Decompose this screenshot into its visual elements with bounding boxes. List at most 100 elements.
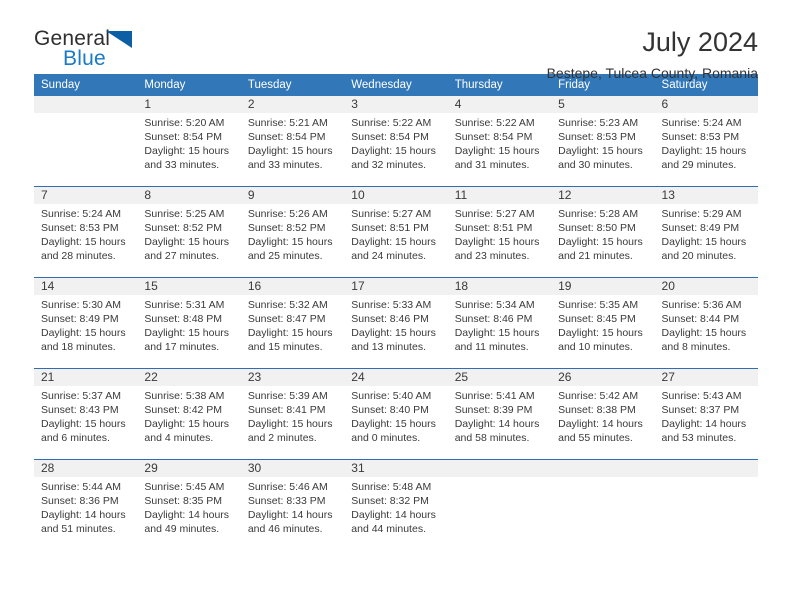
day-cell[interactable]: 12 Sunrise: 5:28 AM Sunset: 8:50 PM Dayligh… bbox=[551, 187, 655, 277]
day-cell[interactable]: 19 Sunrise: 5:35 AM Sunset: 8:45 PM Dayligh… bbox=[551, 278, 655, 368]
day-cell[interactable]: 25 Sunrise: 5:41 AM Sunset: 8:39 PM Dayligh… bbox=[447, 369, 552, 459]
day-cell-empty bbox=[34, 96, 138, 186]
day-details: Sunrise: 5:23 AM Sunset: 8:53 PM Daylight:… bbox=[551, 113, 654, 172]
calendar-cell: 18 Sunrise: 5:34 AM Sunset: 8:46 PM Dayligh… bbox=[447, 277, 552, 369]
sunrise-text: Sunrise: 5:44 AM bbox=[41, 481, 121, 493]
day-cell[interactable]: 4 Sunrise: 5:22 AM Sunset: 8:54 PM Daylight… bbox=[447, 96, 552, 186]
day-cell[interactable]: 7 Sunrise: 5:24 AM Sunset: 8:53 PM Daylight… bbox=[34, 187, 138, 277]
day-cell[interactable]: 5 Sunrise: 5:23 AM Sunset: 8:53 PM Daylight… bbox=[551, 96, 655, 186]
daylight-text-line1: Daylight: 15 hours bbox=[41, 418, 126, 431]
day-cell[interactable]: 17 Sunrise: 5:33 AM Sunset: 8:46 PM Dayligh… bbox=[344, 278, 448, 368]
logo-text-general: General bbox=[34, 27, 111, 50]
day-details: Sunrise: 5:48 AM Sunset: 8:32 PM Daylight:… bbox=[344, 477, 447, 536]
daylight-text-line1: Daylight: 14 hours bbox=[454, 418, 540, 431]
sunset-text: Sunset: 8:43 PM bbox=[41, 404, 119, 417]
day-cell[interactable]: 26 Sunrise: 5:42 AM Sunset: 8:38 PM Dayligh… bbox=[551, 369, 655, 459]
calendar-week-row: 7 Sunrise: 5:24 AM Sunset: 8:53 PM Daylight… bbox=[34, 186, 758, 278]
daylight-text-line1: Daylight: 15 hours bbox=[144, 327, 230, 340]
day-cell[interactable]: 16 Sunrise: 5:32 AM Sunset: 8:47 PM Dayligh… bbox=[240, 278, 345, 368]
daylight-text-line1: Daylight: 15 hours bbox=[558, 327, 643, 340]
day-cell[interactable]: 14 Sunrise: 5:30 AM Sunset: 8:49 PM Dayligh… bbox=[34, 278, 138, 368]
day-cell[interactable]: 28 Sunrise: 5:44 AM Sunset: 8:36 PM Dayligh… bbox=[34, 460, 138, 550]
daylight-text-line2: and 24 minutes. bbox=[351, 250, 426, 263]
day-number bbox=[551, 460, 655, 477]
day-cell[interactable]: 2 Sunrise: 5:21 AM Sunset: 8:54 PM Daylight… bbox=[240, 96, 345, 186]
weekday-header-thursday: Thursday bbox=[447, 74, 552, 96]
day-cell[interactable]: 18 Sunrise: 5:34 AM Sunset: 8:46 PM Dayligh… bbox=[447, 278, 552, 368]
calendar-cell bbox=[551, 459, 655, 550]
sunset-text: Sunset: 8:38 PM bbox=[558, 404, 636, 417]
sunrise-text: Sunrise: 5:41 AM bbox=[454, 390, 535, 402]
calendar-cell: 20 Sunrise: 5:36 AM Sunset: 8:44 PM Dayligh… bbox=[654, 277, 758, 369]
day-cell[interactable]: 27 Sunrise: 5:43 AM Sunset: 8:37 PM Dayligh… bbox=[654, 369, 758, 459]
sunset-text: Sunset: 8:48 PM bbox=[144, 313, 223, 326]
day-details: Sunrise: 5:44 AM Sunset: 8:36 PM Daylight:… bbox=[34, 477, 137, 536]
general-blue-logo[interactable]: General Blue bbox=[34, 28, 154, 74]
day-cell[interactable]: 11 Sunrise: 5:27 AM Sunset: 8:51 PM Dayligh… bbox=[447, 187, 552, 277]
sunrise-text: Sunrise: 5:20 AM bbox=[144, 117, 225, 129]
day-cell[interactable]: 9 Sunrise: 5:26 AM Sunset: 8:52 PM Daylight… bbox=[240, 187, 345, 277]
calendar-week-row: 21 Sunrise: 5:37 AM Sunset: 8:43 PM Dayligh… bbox=[34, 368, 758, 460]
day-number: 13 bbox=[654, 187, 758, 204]
daylight-text-line1: Daylight: 14 hours bbox=[41, 509, 126, 522]
day-cell[interactable]: 21 Sunrise: 5:37 AM Sunset: 8:43 PM Dayligh… bbox=[34, 369, 138, 459]
calendar-cell bbox=[34, 96, 138, 187]
daylight-text-line2: and 55 minutes. bbox=[558, 432, 633, 445]
day-number: 30 bbox=[240, 460, 345, 477]
daylight-text-line2: and 31 minutes. bbox=[454, 159, 530, 172]
day-details: Sunrise: 5:27 AM Sunset: 8:51 PM Daylight:… bbox=[448, 204, 551, 263]
calendar-cell: 9 Sunrise: 5:26 AM Sunset: 8:52 PM Daylight… bbox=[240, 186, 345, 278]
sunset-text: Sunset: 8:41 PM bbox=[247, 404, 326, 417]
day-cell[interactable]: 15 Sunrise: 5:31 AM Sunset: 8:48 PM Dayligh… bbox=[137, 278, 241, 368]
day-number bbox=[654, 460, 758, 477]
daylight-text-line2: and 25 minutes. bbox=[247, 250, 323, 263]
day-cell[interactable]: 22 Sunrise: 5:38 AM Sunset: 8:42 PM Dayligh… bbox=[137, 369, 241, 459]
day-number: 20 bbox=[654, 278, 758, 295]
calendar-cell: 6 Sunrise: 5:24 AM Sunset: 8:53 PM Daylight… bbox=[654, 96, 758, 187]
day-cell[interactable]: 1 Sunrise: 5:20 AM Sunset: 8:54 PM Daylight… bbox=[137, 96, 241, 186]
calendar-cell: 8 Sunrise: 5:25 AM Sunset: 8:52 PM Daylight… bbox=[137, 186, 241, 278]
day-details: Sunrise: 5:28 AM Sunset: 8:50 PM Daylight:… bbox=[551, 204, 654, 263]
daylight-text-line2: and 30 minutes. bbox=[558, 159, 633, 172]
day-cell[interactable]: 13 Sunrise: 5:29 AM Sunset: 8:49 PM Dayligh… bbox=[654, 187, 758, 277]
daylight-text-line1: Daylight: 15 hours bbox=[351, 327, 436, 340]
calendar-cell: 2 Sunrise: 5:21 AM Sunset: 8:54 PM Daylight… bbox=[240, 96, 345, 187]
day-cell[interactable]: 30 Sunrise: 5:46 AM Sunset: 8:33 PM Dayligh… bbox=[240, 460, 345, 550]
day-cell[interactable]: 10 Sunrise: 5:27 AM Sunset: 8:51 PM Dayligh… bbox=[344, 187, 448, 277]
day-cell[interactable]: 8 Sunrise: 5:25 AM Sunset: 8:52 PM Daylight… bbox=[137, 187, 241, 277]
calendar-cell: 23 Sunrise: 5:39 AM Sunset: 8:41 PM Dayligh… bbox=[240, 368, 345, 460]
calendar-cell bbox=[654, 459, 758, 550]
daylight-text-line1: Daylight: 15 hours bbox=[247, 327, 333, 340]
day-cell-empty bbox=[654, 460, 758, 550]
daylight-text-line1: Daylight: 14 hours bbox=[144, 509, 230, 522]
day-details: Sunrise: 5:41 AM Sunset: 8:39 PM Daylight:… bbox=[448, 386, 551, 445]
daylight-text-line2: and 15 minutes. bbox=[247, 341, 323, 354]
calendar-cell: 28 Sunrise: 5:44 AM Sunset: 8:36 PM Dayligh… bbox=[34, 459, 138, 550]
day-details: Sunrise: 5:37 AM Sunset: 8:43 PM Daylight:… bbox=[34, 386, 137, 445]
sunset-text: Sunset: 8:47 PM bbox=[247, 313, 326, 326]
daylight-text-line2: and 18 minutes. bbox=[41, 341, 116, 354]
day-details: Sunrise: 5:31 AM Sunset: 8:48 PM Daylight:… bbox=[137, 295, 240, 354]
daylight-text-line2: and 6 minutes. bbox=[41, 432, 110, 445]
sunrise-text: Sunrise: 5:23 AM bbox=[558, 117, 639, 129]
day-cell[interactable]: 31 Sunrise: 5:48 AM Sunset: 8:32 PM Dayligh… bbox=[344, 460, 448, 550]
daylight-text-line1: Daylight: 15 hours bbox=[144, 236, 230, 249]
day-details: Sunrise: 5:30 AM Sunset: 8:49 PM Daylight:… bbox=[34, 295, 137, 354]
day-cell[interactable]: 20 Sunrise: 5:36 AM Sunset: 8:44 PM Dayligh… bbox=[654, 278, 758, 368]
logo-text-blue: Blue bbox=[63, 47, 106, 70]
daylight-text-line2: and 33 minutes. bbox=[247, 159, 323, 172]
day-cell[interactable]: 24 Sunrise: 5:40 AM Sunset: 8:40 PM Dayligh… bbox=[344, 369, 448, 459]
daylight-text-line2: and 27 minutes. bbox=[144, 250, 220, 263]
day-cell[interactable]: 3 Sunrise: 5:22 AM Sunset: 8:54 PM Daylight… bbox=[344, 96, 448, 186]
day-cell[interactable]: 23 Sunrise: 5:39 AM Sunset: 8:41 PM Dayligh… bbox=[240, 369, 345, 459]
day-details: Sunrise: 5:24 AM Sunset: 8:53 PM Daylight:… bbox=[34, 204, 137, 263]
day-cell[interactable]: 6 Sunrise: 5:24 AM Sunset: 8:53 PM Daylight… bbox=[654, 96, 758, 186]
day-details: Sunrise: 5:45 AM Sunset: 8:35 PM Daylight:… bbox=[137, 477, 240, 536]
daylight-text-line1: Daylight: 14 hours bbox=[247, 509, 333, 522]
sunset-text: Sunset: 8:39 PM bbox=[454, 404, 533, 417]
day-number: 21 bbox=[34, 369, 138, 386]
page-title: July 2024 bbox=[642, 27, 758, 57]
day-details: Sunrise: 5:38 AM Sunset: 8:42 PM Daylight:… bbox=[137, 386, 240, 445]
day-cell[interactable]: 29 Sunrise: 5:45 AM Sunset: 8:35 PM Dayligh… bbox=[137, 460, 241, 550]
calendar-cell: 31 Sunrise: 5:48 AM Sunset: 8:32 PM Dayligh… bbox=[344, 459, 448, 550]
